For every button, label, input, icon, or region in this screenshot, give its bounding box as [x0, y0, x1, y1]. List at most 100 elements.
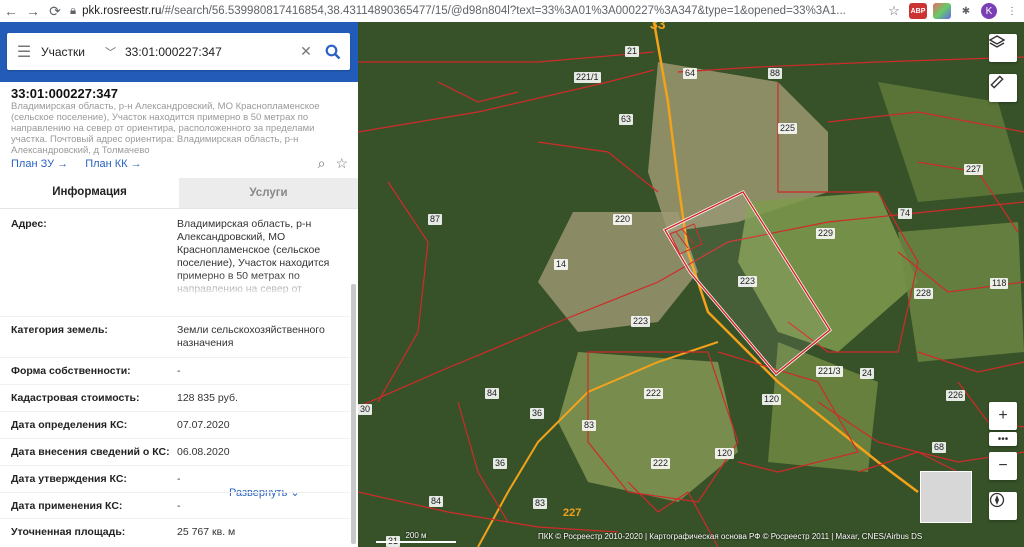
parcel-label: 225 — [778, 123, 798, 134]
parcel-label: 63 — [619, 114, 634, 125]
info-row-value: - — [177, 365, 181, 377]
star-icon[interactable]: ☆ — [885, 3, 903, 19]
search-type-select[interactable]: Участки — [41, 45, 105, 59]
parcel-label: 83 — [582, 420, 597, 431]
chevron-down-icon[interactable]: ﹀ — [105, 44, 121, 60]
parcel-label: 30 — [358, 404, 373, 415]
parcel-label: 14 — [554, 259, 569, 270]
row-divider — [0, 357, 350, 358]
row-divider — [0, 492, 350, 493]
address-bar[interactable]: 🔒︎ pkk.rosreestr.ru /#/search/56.5399808… — [70, 0, 882, 22]
parcel-description: Владимирская область, р-н Александровски… — [11, 101, 320, 156]
compass-icon — [989, 492, 1005, 508]
parcel-label: 221/3 — [816, 366, 843, 377]
ruler-icon — [990, 75, 1004, 89]
parcel-label: 223 — [631, 316, 651, 327]
parcel-label: 84 — [429, 496, 444, 507]
expand-label: Развернуть — [229, 487, 288, 499]
row-divider — [0, 438, 350, 439]
reload-icon[interactable]: ⟳ — [44, 0, 66, 22]
hamburger-icon[interactable]: ☰ — [7, 42, 41, 62]
search-button[interactable] — [316, 33, 350, 70]
row-divider — [0, 384, 350, 385]
menu-icon[interactable]: ⋮ — [1003, 3, 1021, 19]
zoom-out-button[interactable]: − — [989, 452, 1017, 480]
more-icon: ••• — [997, 433, 1009, 445]
measure-button[interactable] — [989, 74, 1017, 102]
parcel-label: 222 — [651, 458, 671, 469]
parcel-label: 228 — [914, 288, 934, 299]
fade-overlay — [177, 274, 347, 296]
parcel-label: 21 — [625, 46, 640, 57]
search-input[interactable]: 33:01:000227:347 — [121, 45, 296, 59]
parcel-label: 221/1 — [574, 72, 601, 83]
tab-services[interactable]: Услуги — [179, 178, 358, 208]
parcel-label: 36 — [493, 458, 508, 469]
map-canvas — [358, 22, 1024, 547]
parcel-label: 222 — [644, 388, 664, 399]
forward-icon[interactable]: → — [22, 0, 44, 22]
parcel-label: 227 — [964, 164, 984, 175]
scrollbar[interactable] — [351, 284, 356, 544]
info-row-value: 25 767 кв. м — [177, 526, 236, 538]
tab-information[interactable]: Информация — [0, 178, 179, 208]
info-row-label: Уточненная площадь: — [11, 526, 126, 538]
plus-icon: + — [998, 407, 1008, 424]
info-row-label: Дата утверждения КС: — [11, 473, 127, 485]
parcel-label: 120 — [762, 394, 782, 405]
layers-icon — [989, 35, 1005, 48]
parcel-label: 74 — [898, 208, 913, 219]
scale-label: 200 м — [405, 531, 427, 540]
row-divider — [0, 411, 350, 412]
back-icon[interactable]: ← — [0, 0, 22, 22]
info-row-value: - — [177, 473, 181, 485]
address-value-wrap: Владимирская область, р-н Александровски… — [177, 218, 347, 296]
profile-avatar[interactable]: K — [981, 3, 997, 19]
parcel-label: 64 — [683, 68, 698, 79]
search-icon — [325, 44, 341, 59]
sidebar: ☰ Участки ﹀ 33:01:000227:347 ✕ 33:01:000… — [0, 22, 358, 547]
map-view[interactable]: 33 21 221/1 64 88 63 225 227 220 74 229 … — [358, 22, 1024, 547]
extension-icon[interactable] — [933, 3, 951, 19]
zoom-in-button[interactable]: + — [989, 402, 1017, 430]
row-divider — [0, 518, 350, 519]
info-row-value: 07.07.2020 — [177, 419, 230, 431]
parcel-label: 226 — [946, 390, 966, 401]
scale-bar: 200 м — [376, 531, 456, 543]
row-divider — [0, 465, 350, 466]
parcel-label: 227 — [563, 507, 582, 519]
map-attribution: ПКК © Росреестр 2010-2020 | Картографиче… — [538, 532, 923, 541]
parcel-number: 33:01:000227:347 — [11, 86, 118, 101]
plan-kk-link[interactable]: План КК → — [85, 158, 141, 170]
minimap-thumbnail[interactable] — [920, 471, 972, 523]
scale-line — [376, 541, 456, 543]
parcel-label: 87 — [428, 214, 443, 225]
plan-links: План ЗУ → План КК → — [11, 158, 156, 170]
url-path: /#/search/56.539980817416854,38.43114890… — [161, 5, 846, 17]
chevron-down-icon: ⌄ — [290, 487, 300, 499]
parcel-label: 120 — [715, 448, 735, 459]
favorite-star-icon[interactable]: ☆ — [335, 155, 348, 172]
adblock-icon[interactable]: ABP — [909, 3, 927, 19]
plan-zu-link[interactable]: План ЗУ → — [11, 158, 68, 170]
info-row-value: 06.08.2020 — [177, 446, 230, 458]
more-button[interactable]: ••• — [989, 432, 1017, 446]
info-row-label: Кадастровая стоимость: — [11, 392, 140, 404]
info-row-label: Дата применения КС: — [11, 500, 123, 512]
parcel-label: 84 — [485, 388, 500, 399]
puzzle-icon[interactable]: ✱ — [957, 3, 975, 19]
address-label: Адрес: — [11, 218, 47, 230]
clear-icon[interactable]: ✕ — [296, 43, 316, 60]
parcel-label: 118 — [990, 278, 1009, 289]
parcel-label: 24 — [860, 368, 875, 379]
lock-icon: 🔒︎ — [70, 4, 77, 17]
compass-button[interactable] — [989, 492, 1017, 520]
search-box: ☰ Участки ﹀ 33:01:000227:347 ✕ — [7, 33, 350, 70]
info-row-value: 128 835 руб. — [177, 392, 238, 404]
info-tabs: Информация Услуги — [0, 178, 358, 209]
layers-button[interactable] — [989, 34, 1017, 62]
parcel-label: 33 — [650, 22, 666, 32]
parcel-label: 36 — [530, 408, 545, 419]
info-row-label: Дата определения КС: — [11, 419, 128, 431]
zoom-to-icon[interactable]: ⌕ — [318, 155, 326, 172]
